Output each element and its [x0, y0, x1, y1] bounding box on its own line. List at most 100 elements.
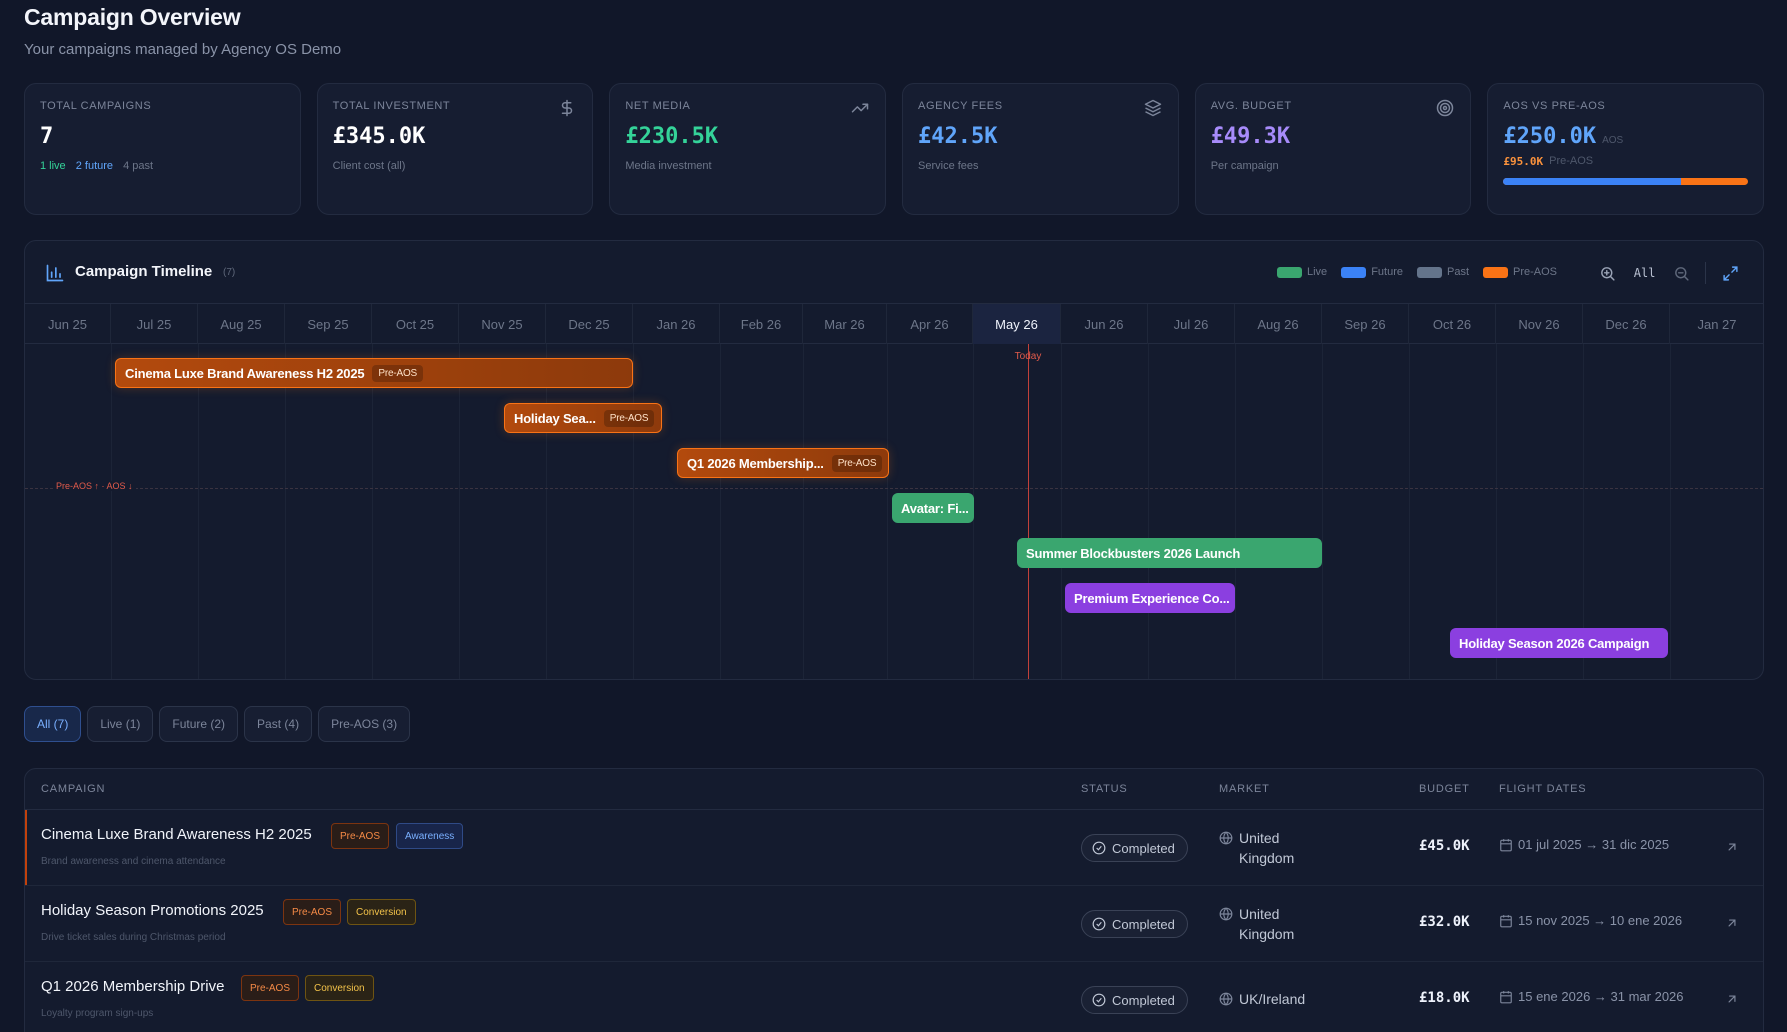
check-circle-icon — [1092, 917, 1106, 931]
legend-label: Past — [1446, 266, 1469, 278]
month-label: Jul 25 — [111, 304, 198, 344]
grid-line — [1409, 344, 1410, 679]
grid-line — [198, 344, 199, 679]
status-badge: Completed — [1081, 910, 1188, 938]
month-label: Sep 26 — [1322, 304, 1409, 344]
open-external-icon[interactable] — [1725, 916, 1739, 930]
filter-past[interactable]: Past (4) — [244, 706, 313, 742]
layers-icon — [1144, 99, 1161, 117]
flight-dates: 01 jul 2025 → 31 dic 2025 — [1499, 837, 1669, 852]
zoom-in-button[interactable] — [1590, 255, 1626, 291]
pre-aos-tag: Pre-AOS — [331, 823, 390, 849]
month-label: May 26 — [973, 304, 1061, 344]
grid-line — [1670, 344, 1671, 679]
stats-row: TOTAL CAMPAIGNS 7 1 live 2 future 4 past… — [24, 83, 1765, 215]
market-line-1: United — [1239, 906, 1280, 922]
table-row[interactable]: Q1 2026 Membership Drive Pre-AOS Convers… — [25, 962, 1763, 1032]
month-label: Jun 26 — [1061, 304, 1148, 344]
timeline-bar[interactable]: Summer Blockbusters 2026 Launch — [1017, 538, 1322, 568]
aos-ratio-bar — [1503, 178, 1749, 185]
grid-line — [1148, 344, 1149, 679]
aos-divider-label: Pre-AOS ↑ · AOS ↓ — [53, 481, 136, 491]
month-label: Oct 25 — [372, 304, 459, 344]
grid-line — [803, 344, 804, 679]
legend-swatch — [1277, 266, 1302, 278]
calendar-icon — [1500, 990, 1512, 1003]
table-row[interactable]: Holiday Season Promotions 2025 Pre-AOS C… — [25, 886, 1763, 962]
timeline-bar-label: Holiday Sea... — [514, 410, 596, 426]
filter-all[interactable]: All (7) — [24, 706, 82, 742]
open-external-icon[interactable] — [1725, 992, 1739, 1006]
open-external-icon[interactable] — [1725, 840, 1739, 854]
stat-label: AVG. BUDGET — [1210, 100, 1292, 112]
filter-pre-aos[interactable]: Pre-AOS (3) — [318, 706, 411, 742]
timeline-bar-label: Premium Experience Co... — [1074, 590, 1230, 606]
stat-label: AGENCY FEES — [918, 100, 1003, 112]
market: UK/Ireland — [1219, 989, 1305, 1009]
month-label: Dec 25 — [546, 304, 633, 344]
month-label: Jun 25 — [25, 304, 111, 344]
stat-breakdown: 1 live 2 future 4 past — [40, 160, 285, 172]
stat-card-avg-budget: AVG. BUDGET £49.3K Per campaign — [1194, 83, 1472, 215]
pre-aos-tag: Pre-AOS — [241, 975, 300, 1001]
grid-line — [459, 344, 460, 679]
timeline-bar[interactable]: Cinema Luxe Brand Awareness H2 2025 Pre-A… — [115, 358, 633, 388]
zoom-out-button[interactable] — [1663, 255, 1699, 291]
campaign-name: Holiday Season Promotions 2025 — [41, 902, 264, 919]
stat-value: £49.3K — [1210, 124, 1291, 149]
stat-card-total-campaigns: TOTAL CAMPAIGNS 7 1 live 2 future 4 past — [24, 83, 301, 215]
stat-value: 7 — [40, 124, 54, 149]
grid-line — [546, 344, 547, 679]
timeline-bar[interactable]: Q1 2026 Membership... Pre-AOS — [677, 448, 889, 478]
timeline-bar[interactable]: Holiday Sea... Pre-AOS — [504, 403, 662, 433]
aos-value-row: £250.0K AOS — [1503, 124, 1748, 149]
month-label: Aug 26 — [1235, 304, 1322, 344]
timeline-bar-label: Cinema Luxe Brand Awareness H2 2025 — [125, 365, 365, 381]
market: United Kingdom — [1219, 828, 1294, 868]
timeline-bar[interactable]: Avatar: Fi... — [892, 493, 974, 523]
legend-item-live: Live — [1277, 266, 1327, 278]
stat-sub: Per campaign — [1210, 160, 1279, 172]
stat-card-agency-fees: AGENCY FEES £42.5K Service fees — [902, 83, 1179, 215]
timeline-bar-tag: Pre-AOS — [831, 454, 883, 472]
market-line-2: Kingdom — [1239, 926, 1295, 942]
aos-value: £250.0K — [1503, 124, 1597, 149]
timeline-bar-tag: Pre-AOS — [372, 364, 424, 382]
status-label: Completed — [1112, 840, 1175, 856]
legend-label: Live — [1307, 266, 1328, 278]
flight-dates: 15 nov 2025 → 10 ene 2026 — [1499, 913, 1682, 928]
grid-line — [372, 344, 373, 679]
column-header-flight-dates: FLIGHT DATES — [1499, 783, 1587, 795]
month-label: Jul 26 — [1148, 304, 1235, 344]
month-label: Nov 25 — [459, 304, 546, 344]
grid-line — [111, 344, 112, 679]
globe-icon — [1219, 831, 1233, 845]
grid-line — [720, 344, 721, 679]
campaign-name: Q1 2026 Membership Drive — [41, 978, 225, 995]
expand-button[interactable] — [1712, 255, 1748, 291]
budget-value: £45.0K — [1419, 838, 1470, 854]
grid-line — [633, 344, 634, 679]
calendar-icon — [1500, 838, 1512, 851]
month-label: Jan 27 — [1670, 304, 1763, 344]
timeline-bar-label: Holiday Season 2026 Campaign — [1459, 635, 1650, 651]
pre-aos-label: Pre-AOS — [1549, 155, 1594, 167]
status-label: Completed — [1112, 992, 1175, 1008]
filter-future[interactable]: Future (2) — [159, 706, 239, 742]
legend-swatch — [1416, 266, 1442, 278]
stat-sub: Client cost (all) — [332, 160, 406, 172]
table-row[interactable]: Cinema Luxe Brand Awareness H2 2025 Pre-… — [25, 810, 1763, 886]
zoom-level: All — [1633, 266, 1656, 280]
timeline-title: Campaign Timeline — [75, 263, 213, 280]
filter-live[interactable]: Live (1) — [87, 706, 154, 742]
aos-label: AOS — [1602, 135, 1624, 146]
campaign-table: CAMPAIGN STATUS MARKET BUDGET FLIGHT DAT… — [24, 768, 1764, 1032]
budget-value: £32.0K — [1419, 914, 1470, 930]
stat-sub: Media investment — [625, 160, 712, 172]
campaign-description: Loyalty program sign-ups — [41, 1008, 154, 1019]
objective-tag: Conversion — [347, 899, 416, 925]
timeline-bar-label: Summer Blockbusters 2026 Launch — [1026, 545, 1241, 561]
timeline-bar[interactable]: Premium Experience Co... — [1065, 583, 1235, 613]
future-count: 2 future — [75, 160, 114, 172]
timeline-bar[interactable]: Holiday Season 2026 Campaign — [1450, 628, 1668, 658]
